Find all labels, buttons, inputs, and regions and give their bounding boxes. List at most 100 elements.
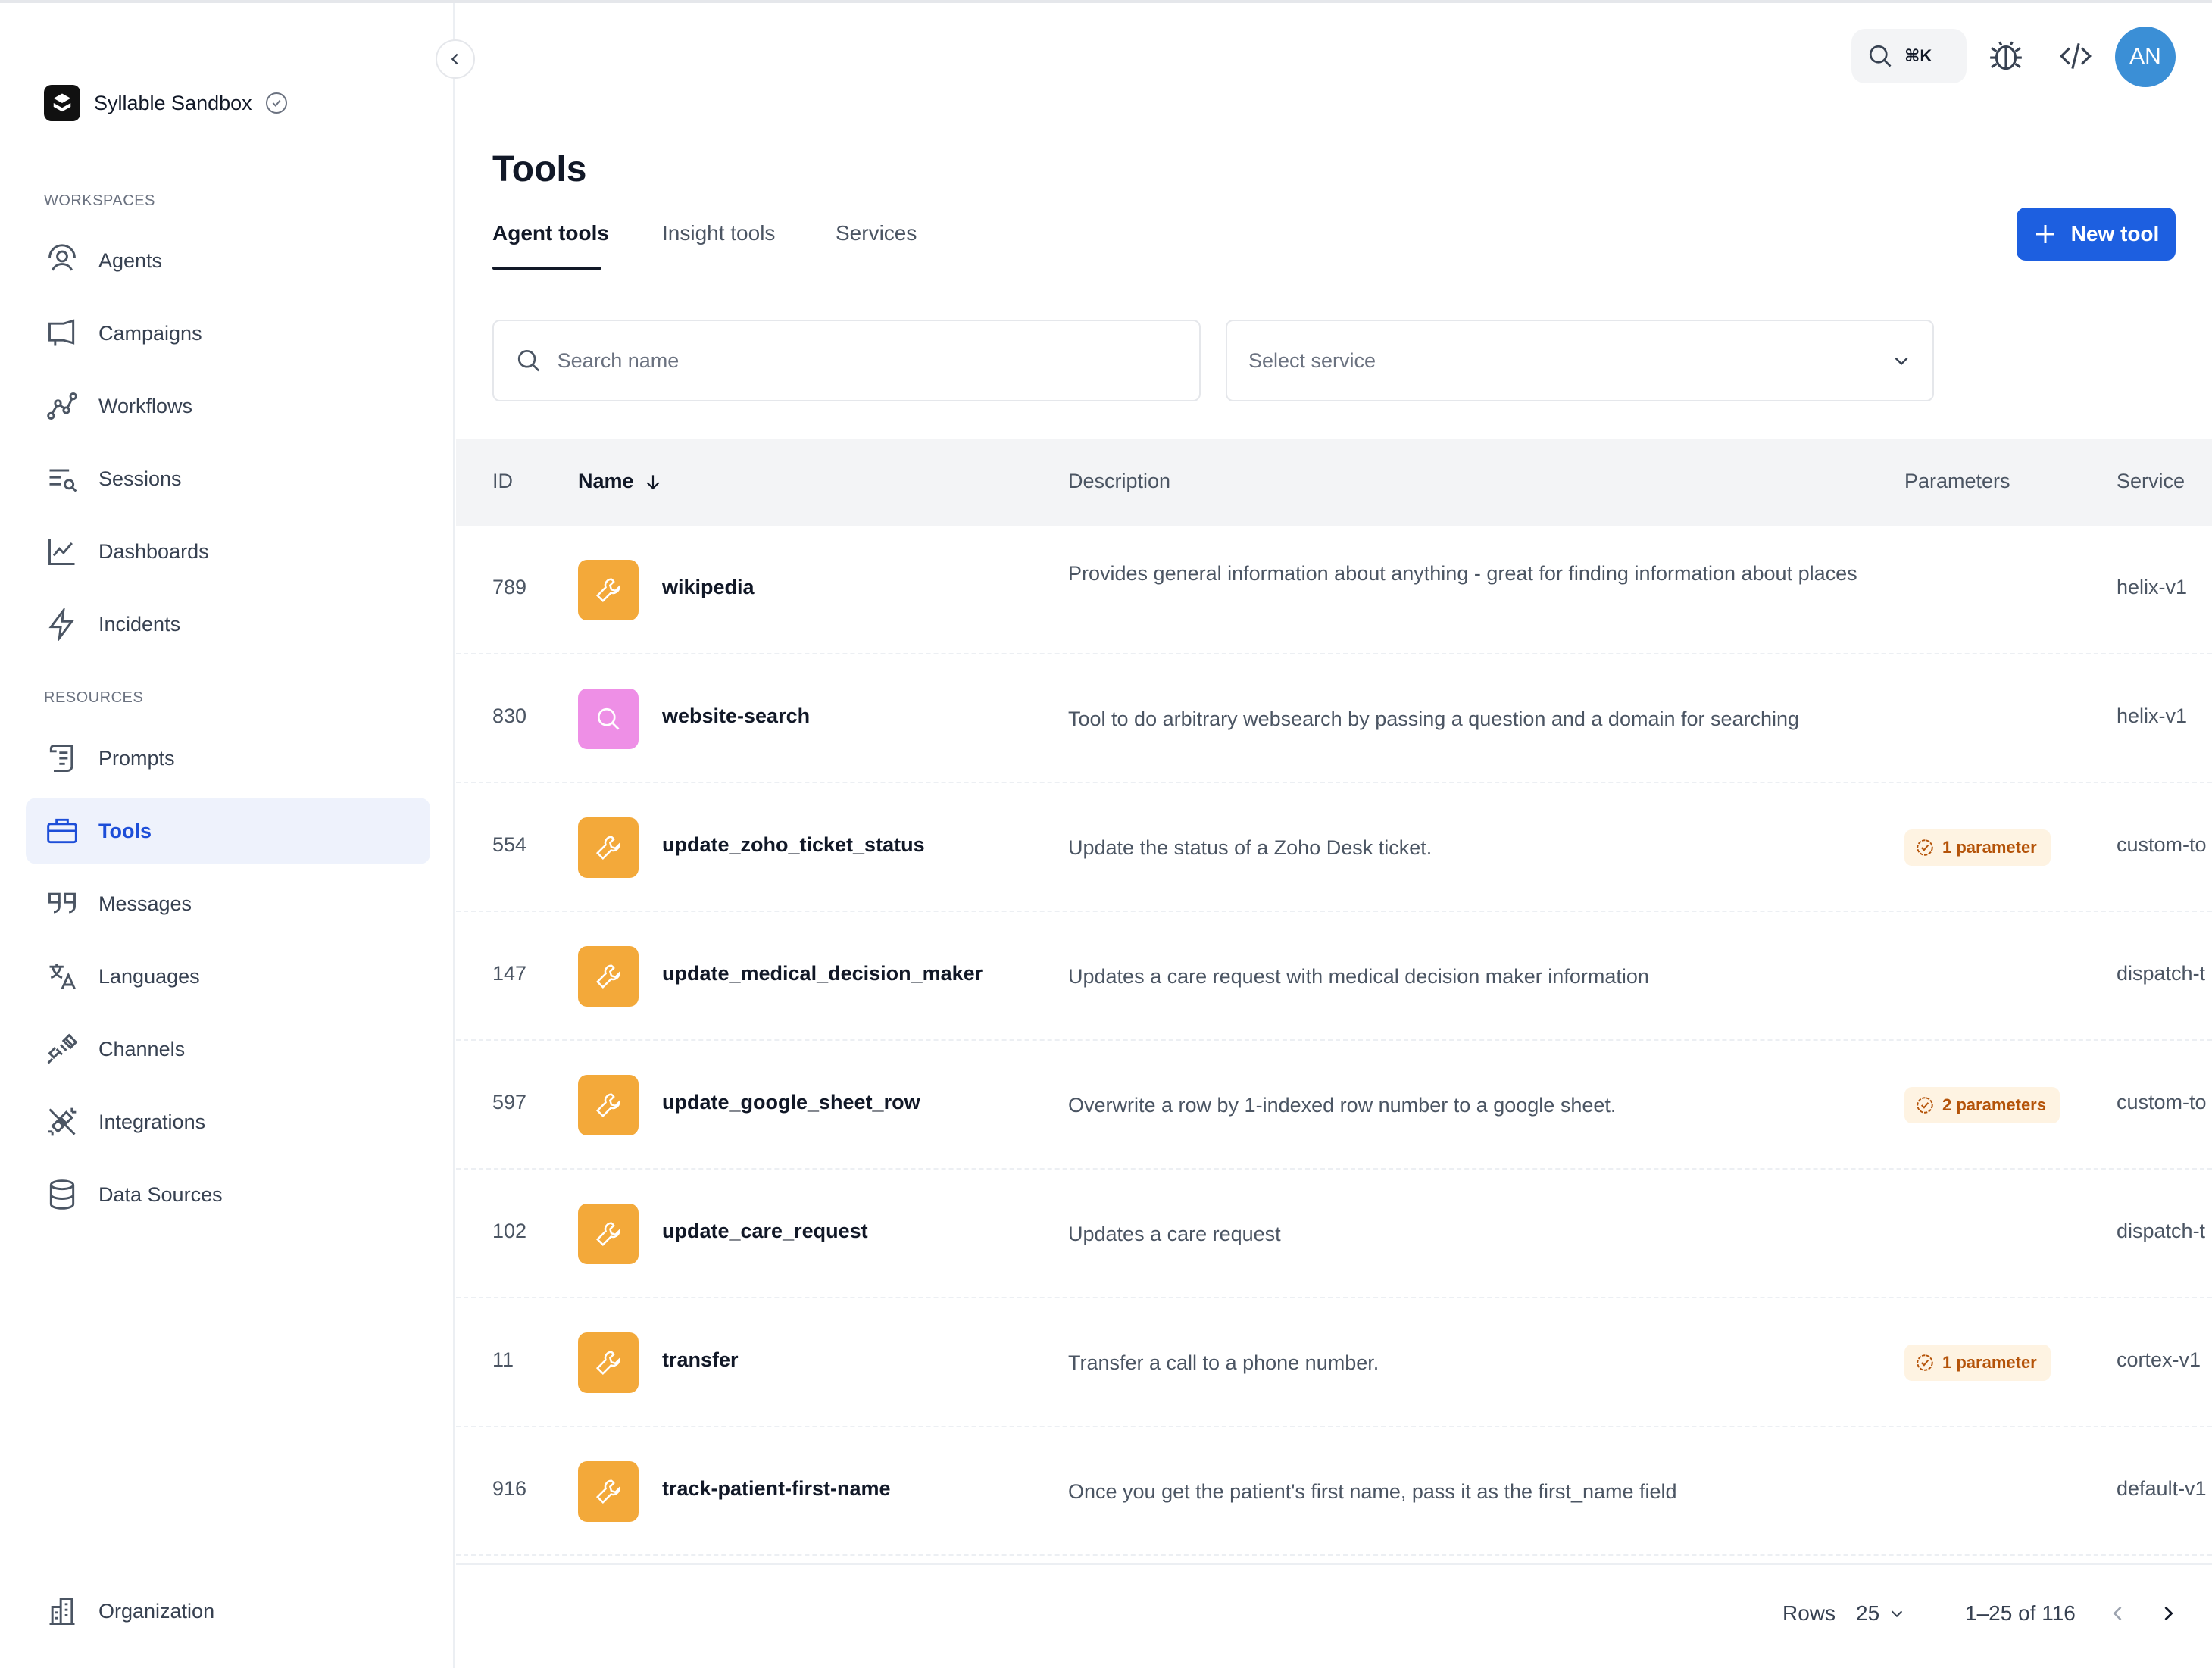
tool-service: dispatch-t (2117, 962, 2206, 985)
tool-service: cortex-v1 (2117, 1348, 2201, 1371)
sidebar-item-messages[interactable]: Messages (26, 870, 430, 937)
integration-plug-icon (45, 1105, 79, 1139)
tool-name[interactable]: website-search (662, 704, 810, 728)
user-avatar[interactable]: AN (2115, 27, 2176, 87)
quote-icon (45, 887, 79, 920)
sidebar: Syllable Sandbox WORKSPACES Agents Campa… (0, 3, 455, 1668)
table-row[interactable]: 554 update_zoho_ticket_status Update the… (456, 783, 2212, 912)
column-id[interactable]: ID (492, 470, 513, 493)
megaphone-icon (45, 317, 79, 350)
code-icon (2060, 42, 2092, 70)
tool-id: 789 (492, 576, 527, 598)
collapse-sidebar-button[interactable] (436, 39, 475, 79)
database-icon (45, 1178, 79, 1211)
org-name: Syllable Sandbox (94, 91, 252, 114)
column-service[interactable]: Service (2117, 470, 2185, 493)
service-select[interactable]: Select service (1226, 320, 1934, 401)
lightning-icon (45, 608, 79, 641)
tool-name[interactable]: update_google_sheet_row (662, 1091, 920, 1114)
command-search-button[interactable]: ⌘K (1851, 29, 1967, 83)
tool-description: Tool to do arbitrary websearch by passin… (1068, 707, 1800, 730)
scroll-icon (45, 742, 79, 775)
sidebar-item-tools[interactable]: Tools (26, 798, 430, 864)
search-input[interactable] (557, 348, 1199, 373)
sidebar-item-incidents[interactable]: Incidents (26, 591, 430, 658)
tool-name[interactable]: update_care_request (662, 1220, 868, 1243)
sidebar-item-label: Workflows (98, 394, 193, 417)
sidebar-item-data-sources[interactable]: Data Sources (26, 1161, 430, 1228)
sidebar-item-label: Tools (98, 819, 152, 842)
tab-insight-tools[interactable]: Insight tools (662, 221, 775, 245)
parameters-count: 2 parameters (1942, 1095, 2046, 1114)
tab-agent-tools[interactable]: Agent tools (492, 221, 609, 245)
tool-id: 916 (492, 1477, 527, 1500)
sidebar-item-label: Languages (98, 964, 200, 988)
sidebar-item-agents[interactable]: Agents (26, 227, 430, 294)
rows-per-page-value: 25 (1856, 1601, 1880, 1625)
column-parameters[interactable]: Parameters (1904, 470, 2010, 493)
tool-id: 147 (492, 962, 527, 985)
table-row[interactable]: 597 update_google_sheet_row Overwrite a … (456, 1041, 2212, 1170)
workflow-icon (45, 389, 79, 423)
tool-name[interactable]: update_zoho_ticket_status (662, 833, 925, 857)
org-switcher[interactable]: Syllable Sandbox (44, 85, 287, 121)
column-description[interactable]: Description (1068, 470, 1170, 493)
check-badge-icon (1917, 839, 1933, 856)
table-row[interactable]: 102 update_care_request Updates a care r… (456, 1170, 2212, 1298)
service-select-placeholder: Select service (1248, 348, 1376, 372)
sidebar-item-label: Dashboards (98, 539, 209, 563)
sidebar-item-prompts[interactable]: Prompts (26, 725, 430, 792)
table-row[interactable]: 11 transfer Transfer a call to a phone n… (456, 1298, 2212, 1427)
sidebar-item-label: Campaigns (98, 321, 202, 345)
search-icon (517, 350, 540, 372)
tool-name[interactable]: track-patient-first-name (662, 1477, 891, 1501)
tool-service: helix-v1 (2117, 576, 2188, 598)
next-page-button[interactable] (2153, 1598, 2183, 1629)
sidebar-item-workflows[interactable]: Workflows (26, 373, 430, 439)
wrench-icon (578, 1075, 639, 1135)
column-name-sort[interactable]: Name (578, 470, 663, 493)
parameters-badge: 2 parameters (1904, 1087, 2060, 1123)
tool-service: default-v1 (2117, 1477, 2207, 1500)
rows-label: Rows (1782, 1601, 1836, 1625)
tool-name[interactable]: transfer (662, 1348, 739, 1372)
table-row[interactable]: 147 update_medical_decision_maker Update… (456, 912, 2212, 1041)
arrow-down-icon (646, 474, 659, 489)
wrench-icon (578, 1461, 639, 1522)
tool-description: Transfer a call to a phone number. (1068, 1351, 1379, 1374)
sidebar-item-languages[interactable]: Languages (26, 943, 430, 1010)
table-row[interactable]: 789 wikipedia Provides general informati… (456, 526, 2212, 654)
sidebar-item-organization[interactable]: Organization (26, 1578, 430, 1645)
tool-name[interactable]: wikipedia (662, 576, 755, 599)
sidebar-item-campaigns[interactable]: Campaigns (26, 300, 430, 367)
tool-description: Once you get the patient's first name, p… (1068, 1480, 1677, 1503)
sidebar-item-dashboards[interactable]: Dashboards (26, 518, 430, 585)
table-row[interactable]: 830 website-search Tool to do arbitrary … (456, 654, 2212, 783)
sidebar-item-sessions[interactable]: Sessions (26, 445, 430, 512)
pagination-range: 1–25 of 116 (1965, 1601, 2076, 1625)
sidebar-item-label: Incidents (98, 612, 181, 636)
workspaces-section-label: WORKSPACES (44, 192, 155, 209)
developer-code-button[interactable] (2054, 35, 2097, 77)
table-row[interactable]: 916 track-patient-first-name Once you ge… (456, 1427, 2212, 1556)
plus-icon (2035, 225, 2054, 243)
agents-icon (45, 244, 79, 277)
tab-services[interactable]: Services (836, 221, 917, 245)
check-badge-icon (1917, 1097, 1933, 1114)
tool-description: Update the status of a Zoho Desk ticket. (1068, 836, 1432, 859)
sidebar-item-channels[interactable]: Channels (26, 1016, 430, 1082)
previous-page-button[interactable] (2103, 1598, 2133, 1629)
new-tool-button[interactable]: New tool (2017, 208, 2176, 261)
tool-id: 554 (492, 833, 527, 856)
sidebar-item-label: Data Sources (98, 1182, 223, 1206)
chevron-down-icon (1895, 357, 1908, 366)
wrench-icon (578, 560, 639, 620)
rows-per-page-select[interactable]: 25 (1856, 1601, 1905, 1626)
tool-description: Overwrite a row by 1-indexed row number … (1068, 1094, 1617, 1117)
page-title: Tools (492, 149, 587, 189)
parameters-badge: 1 parameter (1904, 829, 2051, 866)
tool-name[interactable]: update_medical_decision_maker (662, 962, 983, 985)
bug-report-button[interactable] (1985, 35, 2027, 77)
search-field[interactable] (492, 320, 1201, 401)
sidebar-item-integrations[interactable]: Integrations (26, 1089, 430, 1155)
